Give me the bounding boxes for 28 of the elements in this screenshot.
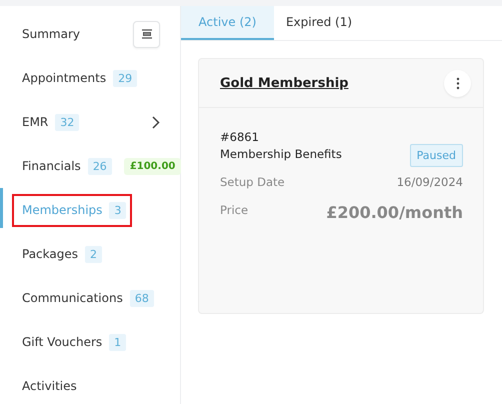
- sidebar-item[interactable]: Activities: [12, 371, 87, 401]
- sidebar-item[interactable]: Gift Vouchers 1: [12, 326, 136, 358]
- count-badge: 26: [88, 158, 112, 174]
- field-label: Setup Date: [220, 175, 285, 189]
- field-value: 16/09/2024: [396, 175, 463, 189]
- count-badge: 2: [85, 246, 102, 262]
- field-value: £200.00/month: [326, 203, 463, 222]
- status-badge: Paused: [410, 144, 463, 167]
- membership-number: #6861: [220, 130, 260, 144]
- collapse-button[interactable]: [133, 20, 160, 48]
- sidebar-item[interactable]: Summary: [12, 19, 90, 49]
- sidebar-item[interactable]: Communications 68: [12, 282, 164, 314]
- membership-name: Membership Benefits: [220, 147, 342, 161]
- sidebar-item[interactable]: EMR 32: [12, 106, 90, 138]
- membership-title[interactable]: Gold Membership: [220, 76, 348, 90]
- count-badge: 32: [55, 114, 80, 130]
- sidebar-item[interactable]: Appointments 29: [12, 62, 148, 94]
- count-badge: 29: [113, 70, 138, 86]
- sidebar-item[interactable]: Financials 26: [12, 150, 122, 182]
- count-badge: 1: [109, 334, 126, 350]
- field-label: Price: [220, 203, 248, 217]
- balance-badge: £100.00: [124, 158, 182, 174]
- menu-icon: [140, 29, 152, 39]
- chevron-right-icon[interactable]: [152, 116, 160, 128]
- count-badge: 3: [109, 202, 126, 218]
- more-icon: [456, 76, 460, 90]
- count-badge: 68: [130, 290, 154, 306]
- sidebar-item[interactable]: Packages 2: [12, 238, 112, 270]
